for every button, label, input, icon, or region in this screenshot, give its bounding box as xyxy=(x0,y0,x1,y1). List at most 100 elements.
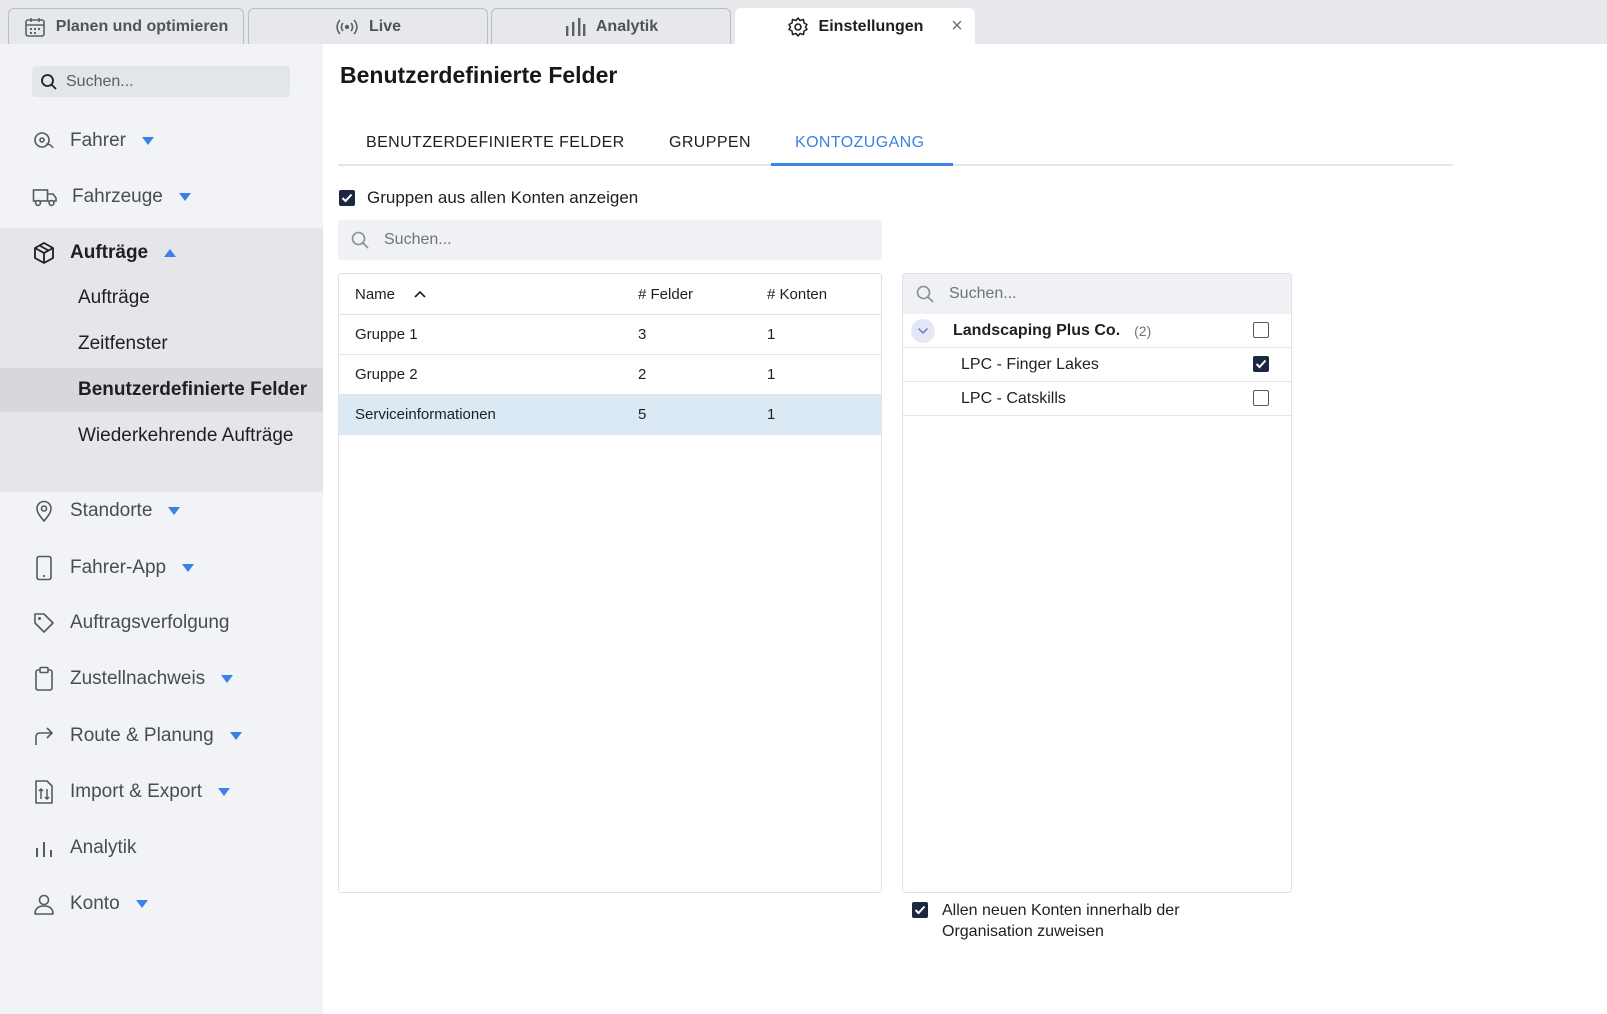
group-search-input[interactable] xyxy=(384,231,804,249)
sidebar-item-fahrer[interactable]: Fahrer xyxy=(0,119,323,163)
sidebar-item-zustellnachweis[interactable]: Zustellnachweis xyxy=(0,657,323,701)
sidebar: Fahrer Fahrzeuge Aufträge Aufträge Zeitf… xyxy=(0,44,323,1014)
sidebar-item-konto[interactable]: Konto xyxy=(0,882,323,926)
account-checkbox[interactable] xyxy=(1253,356,1269,372)
show-all-groups-option[interactable]: Gruppen aus allen Konten anzeigen xyxy=(339,188,638,208)
cell-name: Gruppe 2 xyxy=(355,366,418,383)
search-icon xyxy=(41,73,57,90)
sidebar-subitem-zeitfenster[interactable]: Zeitfenster xyxy=(0,322,323,366)
table-row[interactable]: Gruppe 2 2 1 xyxy=(339,355,881,395)
tab-benutzerdefinierte-felder[interactable]: BENUTZERDEFINIERTE FELDER xyxy=(366,120,625,166)
cell-accounts: 1 xyxy=(767,366,776,383)
cell-name: Gruppe 1 xyxy=(355,326,418,343)
org-row[interactable]: Landscaping Plus Co. (2) xyxy=(903,314,1291,348)
tab-label: Analytik xyxy=(595,17,659,35)
table-header-row: Name # Felder # Konten xyxy=(339,274,881,315)
sidebar-item-fahrzeuge[interactable]: Fahrzeuge xyxy=(0,175,323,219)
sidebar-subitem-auftraege[interactable]: Aufträge xyxy=(0,276,323,320)
tab-label: KONTOZUGANG xyxy=(795,134,925,151)
page-title: Benutzerdefinierte Felder xyxy=(340,62,618,88)
cell-accounts: 1 xyxy=(767,326,776,343)
sidebar-item-label: Import & Export xyxy=(70,781,202,802)
close-icon[interactable]: × xyxy=(948,16,966,36)
chevron-up-icon xyxy=(164,249,177,257)
broadcast-icon xyxy=(336,18,358,35)
group-table: Name # Felder # Konten Gruppe 1 3 1 Grup… xyxy=(338,273,882,893)
group-search[interactable] xyxy=(338,220,882,260)
tab-gruppen[interactable]: GRUPPEN xyxy=(669,120,751,166)
chevron-down-icon xyxy=(178,193,191,201)
tab-kontozugang[interactable]: KONTOZUGANG xyxy=(795,120,924,166)
sidebar-item-label: Aufträge xyxy=(70,242,149,263)
checkmark-icon xyxy=(1255,359,1267,369)
chevron-down-icon xyxy=(141,137,154,145)
cell-name: Serviceinformationen xyxy=(355,406,496,423)
top-tab-bar: Planen und optimieren Live Analytik Eins… xyxy=(0,0,1607,44)
sidebar-subitem-benutzerdefinierte-felder[interactable]: Benutzerdefinierte Felder xyxy=(0,368,323,412)
search-icon xyxy=(351,231,369,249)
org-checkbox[interactable] xyxy=(1253,322,1269,338)
sidebar-item-label: Auftragsverfolgung xyxy=(70,612,230,633)
location-pin-icon xyxy=(36,500,52,523)
settings-tabs: BENUTZERDEFINIERTE FELDER GRUPPEN KONTOZ… xyxy=(338,120,1453,166)
column-header-name[interactable]: Name xyxy=(355,274,427,314)
tab-label: Einstellungen xyxy=(818,17,924,35)
search-icon xyxy=(916,285,934,303)
tab-label: Planen und optimieren xyxy=(55,17,229,35)
tab-label: GRUPPEN xyxy=(669,134,751,151)
sidebar-item-analytik[interactable]: Analytik xyxy=(0,826,323,870)
org-account-count: (2) xyxy=(1134,322,1152,339)
user-icon xyxy=(34,894,54,915)
sidebar-item-auftraege[interactable]: Aufträge xyxy=(0,231,323,275)
sidebar-item-route-planung[interactable]: Route & Planung xyxy=(0,714,323,758)
tag-icon xyxy=(34,613,54,633)
tab-live[interactable]: Live xyxy=(248,8,488,44)
account-row[interactable]: LPC - Catskills xyxy=(903,382,1291,416)
account-access-panel: Landscaping Plus Co. (2) LPC - Finger La… xyxy=(902,273,1292,893)
tab-planen[interactable]: Planen und optimieren xyxy=(8,8,244,44)
route-arrow-icon xyxy=(35,727,54,745)
show-all-groups-checkbox[interactable] xyxy=(339,190,355,206)
sidebar-item-label: Konto xyxy=(70,893,120,914)
column-header-fields[interactable]: # Felder xyxy=(638,274,693,314)
account-search[interactable] xyxy=(903,274,1291,314)
sidebar-item-fahrer-app[interactable]: Fahrer-App xyxy=(0,546,323,590)
tab-einstellungen[interactable]: Einstellungen × xyxy=(735,8,975,44)
sidebar-item-standorte[interactable]: Standorte xyxy=(0,489,323,533)
sidebar-search-input[interactable] xyxy=(66,72,276,91)
chevron-down-icon xyxy=(229,732,242,740)
chevron-down-icon xyxy=(135,900,148,908)
assign-new-accounts-option[interactable]: Allen neuen Konten innerhalb der Organis… xyxy=(912,900,1212,942)
tab-analytik[interactable]: Analytik xyxy=(491,8,731,44)
account-search-input[interactable] xyxy=(949,285,1249,303)
account-row[interactable]: LPC - Finger Lakes xyxy=(903,348,1291,382)
bar-chart-icon xyxy=(565,17,586,36)
column-header-accounts[interactable]: # Konten xyxy=(767,274,827,314)
clipboard-icon xyxy=(35,666,53,691)
sidebar-item-import-export[interactable]: Import & Export xyxy=(0,770,323,814)
sidebar-item-label: Zustellnachweis xyxy=(70,668,206,689)
account-checkbox[interactable] xyxy=(1253,390,1269,406)
table-row-selected[interactable]: Serviceinformationen 5 1 xyxy=(339,395,881,435)
sidebar-search[interactable] xyxy=(32,66,290,97)
sidebar-subitem-wiederkehrende-auftraege[interactable]: Wiederkehrende Aufträge xyxy=(0,414,323,458)
tab-label: Live xyxy=(368,17,401,35)
checkmark-icon xyxy=(914,905,926,915)
tab-label: BENUTZERDEFINIERTE FELDER xyxy=(366,134,625,151)
bar-chart-icon xyxy=(36,842,52,857)
chevron-down-icon xyxy=(182,564,195,572)
show-all-groups-label: Gruppen aus allen Konten anzeigen xyxy=(367,188,639,207)
chevron-down-icon xyxy=(168,507,181,515)
assign-new-accounts-checkbox[interactable] xyxy=(912,902,928,918)
box-icon xyxy=(34,242,54,264)
cell-accounts: 1 xyxy=(767,406,776,423)
gear-icon xyxy=(787,16,808,37)
sidebar-item-auftragsverfolgung[interactable]: Auftragsverfolgung xyxy=(0,601,323,645)
cell-fields: 2 xyxy=(638,366,647,383)
sidebar-subitem-label: Wiederkehrende Aufträge xyxy=(78,425,294,446)
sidebar-item-label: Fahrer xyxy=(70,130,126,151)
sort-ascending-icon[interactable] xyxy=(413,289,427,299)
active-tab-indicator xyxy=(771,163,953,166)
chevron-down-icon[interactable] xyxy=(911,318,935,343)
table-row[interactable]: Gruppe 1 3 1 xyxy=(339,315,881,355)
